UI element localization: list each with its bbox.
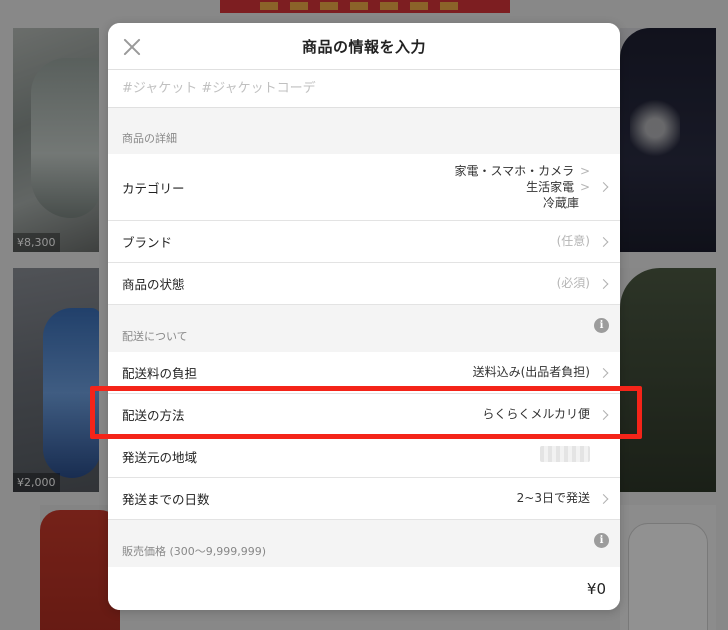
shipping-method-row[interactable]: 配送の方法 らくらくメルカリ便: [108, 394, 620, 436]
shipping-fee-value: 送料込み(出品者負担): [472, 365, 590, 380]
category-path: 家電・スマホ・カメラ > 生活家電 > 冷蔵庫: [454, 163, 606, 212]
section-heading-shipping: 配送について i: [108, 305, 620, 352]
category-separator: >: [579, 163, 590, 178]
category-level-3: 冷蔵庫: [542, 196, 579, 211]
category-separator: >: [579, 179, 590, 194]
condition-label: 商品の状態: [122, 277, 185, 292]
category-label: カテゴリー: [122, 180, 185, 196]
shipping-method-label: 配送の方法: [122, 408, 185, 423]
modal-header: 商品の情報を入力: [108, 23, 620, 70]
close-icon[interactable]: [120, 35, 144, 59]
info-icon[interactable]: i: [594, 318, 609, 333]
shipping-days-label: 発送までの日数: [122, 492, 210, 507]
shipping-days-value: 2~3日で発送: [516, 491, 590, 506]
ship-from-row[interactable]: 発送元の地域: [108, 436, 620, 478]
section-heading-details: 商品の詳細: [108, 108, 620, 154]
brand-row[interactable]: ブランド (任意): [108, 221, 620, 263]
price-value[interactable]: ¥0: [587, 580, 606, 598]
redacted-region: [540, 446, 590, 463]
info-icon[interactable]: i: [594, 533, 609, 548]
shipping-days-row[interactable]: 発送までの日数 2~3日で発送: [108, 478, 620, 520]
shipping-fee-label: 配送料の負担: [122, 366, 198, 381]
category-row[interactable]: カテゴリー 家電・スマホ・カメラ > 生活家電 > 冷蔵庫: [108, 154, 620, 221]
ship-from-label: 発送元の地域: [122, 450, 198, 465]
condition-row[interactable]: 商品の状態 (必須): [108, 263, 620, 305]
category-level-2: 生活家電: [526, 179, 575, 194]
section-heading-label: 配送について: [122, 330, 188, 343]
ship-from-value: [540, 446, 606, 466]
shipping-method-value: らくらくメルカリ便: [482, 407, 590, 422]
section-heading-label: 販売価格 (300〜9,999,999): [122, 545, 267, 558]
modal-title: 商品の情報を入力: [301, 37, 426, 56]
section-heading-label: 商品の詳細: [122, 132, 177, 145]
price-row[interactable]: ¥0: [108, 567, 620, 610]
hashtag-field[interactable]: [108, 70, 620, 108]
brand-label: ブランド: [122, 235, 173, 250]
listing-modal: 商品の情報を入力 商品の詳細 カテゴリー 家電・スマホ・カメラ > 生活家電 >…: [108, 23, 620, 610]
category-level-1: 家電・スマホ・カメラ: [454, 163, 575, 178]
shipping-fee-row[interactable]: 配送料の負担 送料込み(出品者負担): [108, 352, 620, 394]
hashtag-input[interactable]: [122, 81, 620, 96]
section-heading-price: 販売価格 (300〜9,999,999) i: [108, 520, 620, 567]
